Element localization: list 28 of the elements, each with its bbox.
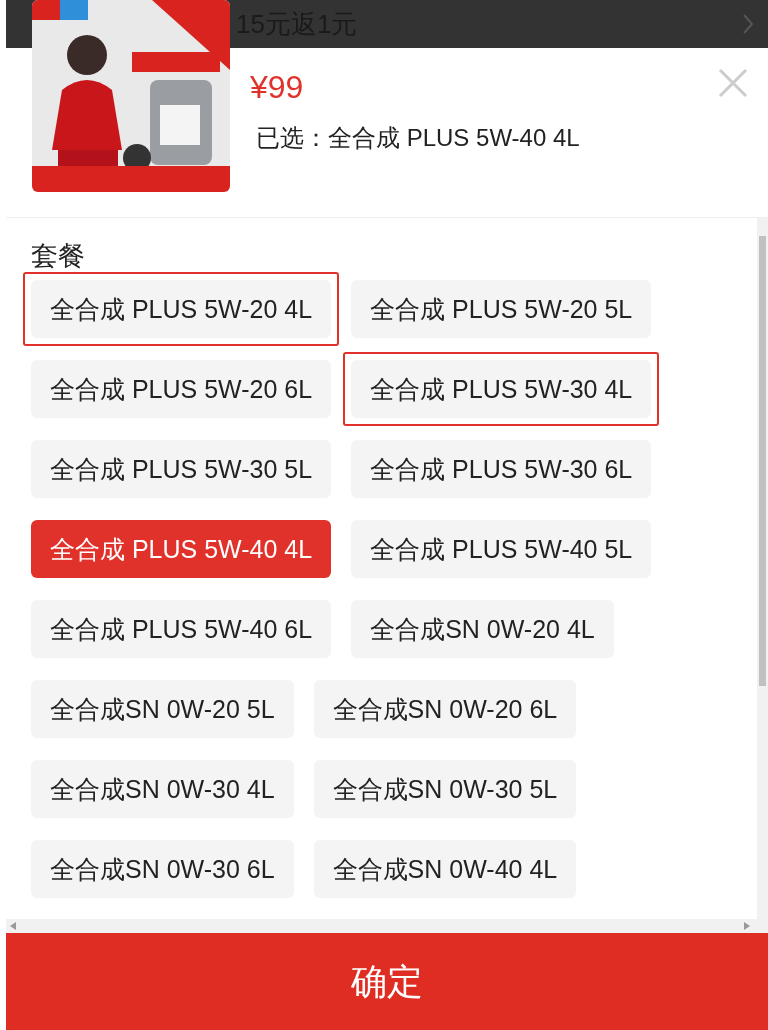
vertical-scrollbar[interactable] [757,218,768,919]
option-button[interactable]: 全合成SN 0W-30 4L [31,760,294,819]
close-button[interactable] [718,68,748,98]
scroll-left-icon[interactable] [10,922,16,930]
scroll-right-icon[interactable] [744,922,750,930]
option-button[interactable]: 全合成SN 0W-40 4L [313,840,577,899]
scrollbar-thumb[interactable] [759,236,766,686]
option-button[interactable]: 全合成 PLUS 5W-20 4L [31,280,332,339]
option-button[interactable]: 全合成 PLUS 5W-20 6L [31,360,332,419]
option-button[interactable]: 全合成 PLUS 5W-30 5L [31,440,332,499]
option-button[interactable]: 全合成 PLUS 5W-40 4L [31,520,332,579]
confirm-button[interactable]: 确定 [6,933,768,1030]
option-button[interactable]: 全合成 PLUS 5W-40 5L [351,520,652,579]
price: ¥99 [250,68,304,107]
option-button[interactable]: 全合成SN 0W-20 5L [31,680,294,739]
option-button[interactable]: 全合成 PLUS 5W-30 6L [351,440,652,499]
section-title: 套餐 [31,240,86,273]
option-button[interactable]: 全合成SN 0W-30 6L [31,840,294,899]
option-button[interactable]: 全合成 PLUS 5W-30 4L [351,360,652,419]
option-button[interactable]: 全合成 PLUS 5W-40 6L [31,600,332,659]
option-button[interactable]: 全合成SN 0W-20 4L [351,600,614,659]
option-button[interactable]: 全合成 PLUS 5W-20 5L [351,280,652,339]
close-icon [718,68,748,98]
chevron-right-icon [742,13,754,35]
horizontal-scrollbar[interactable] [6,919,768,933]
option-button[interactable]: 全合成SN 0W-30 5L [313,760,577,819]
selected-option-text: 已选：全合成 PLUS 5W-40 4L [256,123,581,154]
option-button[interactable]: 全合成SN 0W-20 6L [313,680,577,739]
